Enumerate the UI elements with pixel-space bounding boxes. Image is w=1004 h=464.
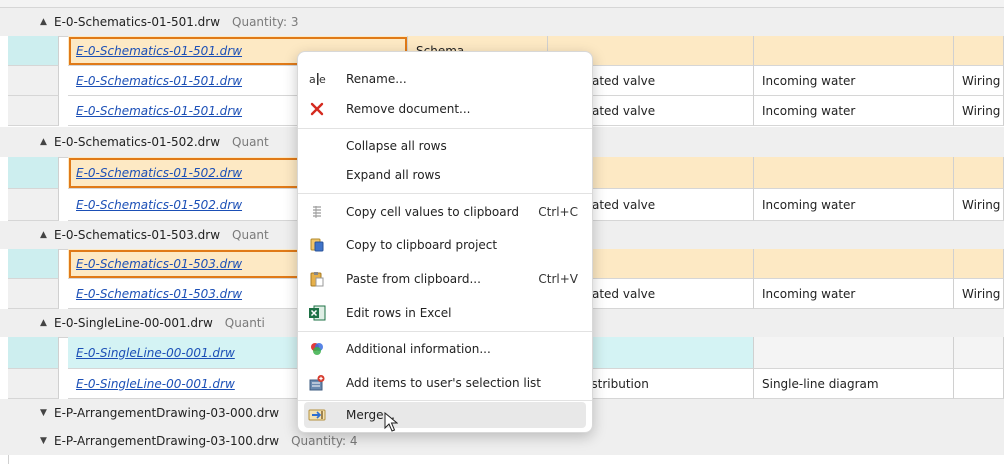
- chevron-up-icon[interactable]: ▲: [40, 137, 54, 147]
- chevron-up-icon[interactable]: ▲: [40, 230, 54, 240]
- document-link[interactable]: E-0-Schematics-01-503.drw: [76, 257, 242, 271]
- menu-item-expand-all[interactable]: Expand all rows: [304, 160, 586, 190]
- merge-icon: [308, 406, 326, 424]
- document-link[interactable]: E-0-SingleLine-00-001.drw: [76, 346, 235, 360]
- menu-label: Paste from clipboard...: [346, 272, 481, 286]
- info-color-icon: [308, 340, 326, 358]
- group-name: E-0-Schematics-01-503.drw: [54, 228, 221, 242]
- location-cell[interactable]: Incoming water: [754, 96, 954, 126]
- cell[interactable]: [754, 337, 954, 369]
- document-link[interactable]: E-0-Schematics-01-501.drw: [76, 74, 242, 88]
- menu-shortcut: Ctrl+V: [538, 272, 578, 286]
- row-header[interactable]: [8, 189, 59, 221]
- group-quantity: Quantity: 4: [291, 434, 358, 448]
- row-header[interactable]: [8, 96, 59, 126]
- cell[interactable]: [954, 157, 1004, 189]
- cell[interactable]: [954, 36, 1004, 66]
- menu-label: Edit rows in Excel: [346, 306, 452, 320]
- group-quantity: Quantity: 3: [232, 15, 299, 29]
- location-cell[interactable]: Incoming water: [754, 279, 954, 309]
- cell[interactable]: [754, 249, 954, 279]
- svg-text:e: e: [319, 73, 326, 86]
- group-name: E-P-ArrangementDrawing-03-000.drw: [54, 406, 280, 420]
- menu-separator: [298, 400, 592, 401]
- menu-label: Rename...: [346, 72, 407, 86]
- group-quantity: Quant: [232, 228, 269, 242]
- menu-label: Add items to user's selection list: [346, 376, 541, 390]
- menu-item-rename[interactable]: ae Rename...: [304, 64, 586, 94]
- menu-separator: [298, 193, 592, 194]
- group-name: E-P-ArrangementDrawing-03-100.drw: [54, 434, 280, 448]
- menu-label: Copy to clipboard project: [346, 238, 498, 252]
- chevron-down-icon[interactable]: ▼: [40, 436, 54, 446]
- row-header[interactable]: [8, 249, 59, 279]
- cell[interactable]: [754, 36, 954, 66]
- category-cell[interactable]: [954, 369, 1004, 399]
- menu-item-edit-in-excel[interactable]: Edit rows in Excel: [304, 298, 586, 328]
- paste-icon: [308, 270, 326, 288]
- grid-bottom: [0, 455, 1004, 464]
- document-link[interactable]: E-0-Schematics-01-501.drw: [76, 44, 242, 58]
- menu-separator: [298, 128, 592, 129]
- chevron-up-icon[interactable]: ▲: [40, 318, 54, 328]
- menu-separator: [298, 331, 592, 332]
- category-cell[interactable]: Wiring: [954, 96, 1004, 126]
- cell[interactable]: [954, 337, 1004, 369]
- row-header[interactable]: [8, 36, 59, 66]
- menu-item-add-to-selection-list[interactable]: Add items to user's selection list: [304, 368, 586, 398]
- menu-item-merge[interactable]: Merge...: [304, 402, 586, 428]
- row-header[interactable]: [8, 66, 59, 96]
- row-header[interactable]: [8, 157, 59, 189]
- location-cell[interactable]: Incoming water: [754, 189, 954, 221]
- menu-label: Copy cell values to clipboard: [346, 205, 519, 219]
- document-link[interactable]: E-0-SingleLine-00-001.drw: [76, 377, 235, 391]
- group-quantity: Quanti: [224, 316, 265, 330]
- menu-label: Additional information...: [346, 342, 491, 356]
- copy-project-icon: [308, 236, 326, 254]
- row-header[interactable]: [8, 279, 59, 309]
- group-name: E-0-SingleLine-00-001.drw: [54, 316, 213, 330]
- menu-shortcut: Ctrl+C: [538, 205, 578, 219]
- svg-text:a: a: [309, 73, 316, 86]
- mouse-cursor-icon: [384, 412, 398, 432]
- row-header[interactable]: [8, 337, 59, 369]
- menu-item-remove-document[interactable]: Remove document...: [304, 94, 586, 124]
- menu-item-copy-cells[interactable]: Copy cell values to clipboard Ctrl+C: [304, 197, 586, 227]
- document-link[interactable]: E-0-Schematics-01-501.drw: [76, 104, 242, 118]
- chevron-down-icon[interactable]: ▼: [40, 408, 54, 418]
- menu-item-paste[interactable]: Paste from clipboard... Ctrl+V: [304, 264, 586, 294]
- group-name: E-0-Schematics-01-502.drw: [54, 135, 221, 149]
- red-x-icon: [308, 100, 326, 118]
- chevron-up-icon[interactable]: ▲: [40, 17, 54, 27]
- context-menu: ae Rename... Remove document... Collapse…: [297, 51, 593, 433]
- category-cell[interactable]: Wiring: [954, 66, 1004, 96]
- menu-label: Expand all rows: [346, 168, 441, 182]
- grid-top-edge: [0, 0, 1004, 8]
- group-header[interactable]: ▲ E-0-Schematics-01-501.drw Quantity: 3: [0, 8, 1004, 37]
- menu-label: Remove document...: [346, 102, 471, 116]
- excel-icon: [308, 304, 326, 322]
- cell[interactable]: [754, 157, 954, 189]
- menu-label: Collapse all rows: [346, 139, 447, 153]
- rename-icon: ae: [308, 70, 326, 88]
- group-quantity: Quant: [232, 135, 269, 149]
- menu-item-collapse-all[interactable]: Collapse all rows: [304, 131, 586, 161]
- copy-cells-icon: [308, 203, 326, 221]
- add-to-list-icon: [308, 374, 326, 392]
- menu-item-copy-project[interactable]: Copy to clipboard project: [304, 230, 586, 260]
- location-cell[interactable]: Single-line diagram: [754, 369, 954, 399]
- category-cell[interactable]: Wiring: [954, 279, 1004, 309]
- location-cell[interactable]: Incoming water: [754, 66, 954, 96]
- category-cell[interactable]: Wiring: [954, 189, 1004, 221]
- group-name: E-0-Schematics-01-501.drw: [54, 15, 221, 29]
- document-link[interactable]: E-0-Schematics-01-503.drw: [76, 287, 242, 301]
- document-link[interactable]: E-0-Schematics-01-502.drw: [76, 166, 242, 180]
- document-link[interactable]: E-0-Schematics-01-502.drw: [76, 198, 242, 212]
- cell[interactable]: [954, 249, 1004, 279]
- menu-item-additional-info[interactable]: Additional information...: [304, 334, 586, 364]
- row-header[interactable]: [8, 369, 59, 399]
